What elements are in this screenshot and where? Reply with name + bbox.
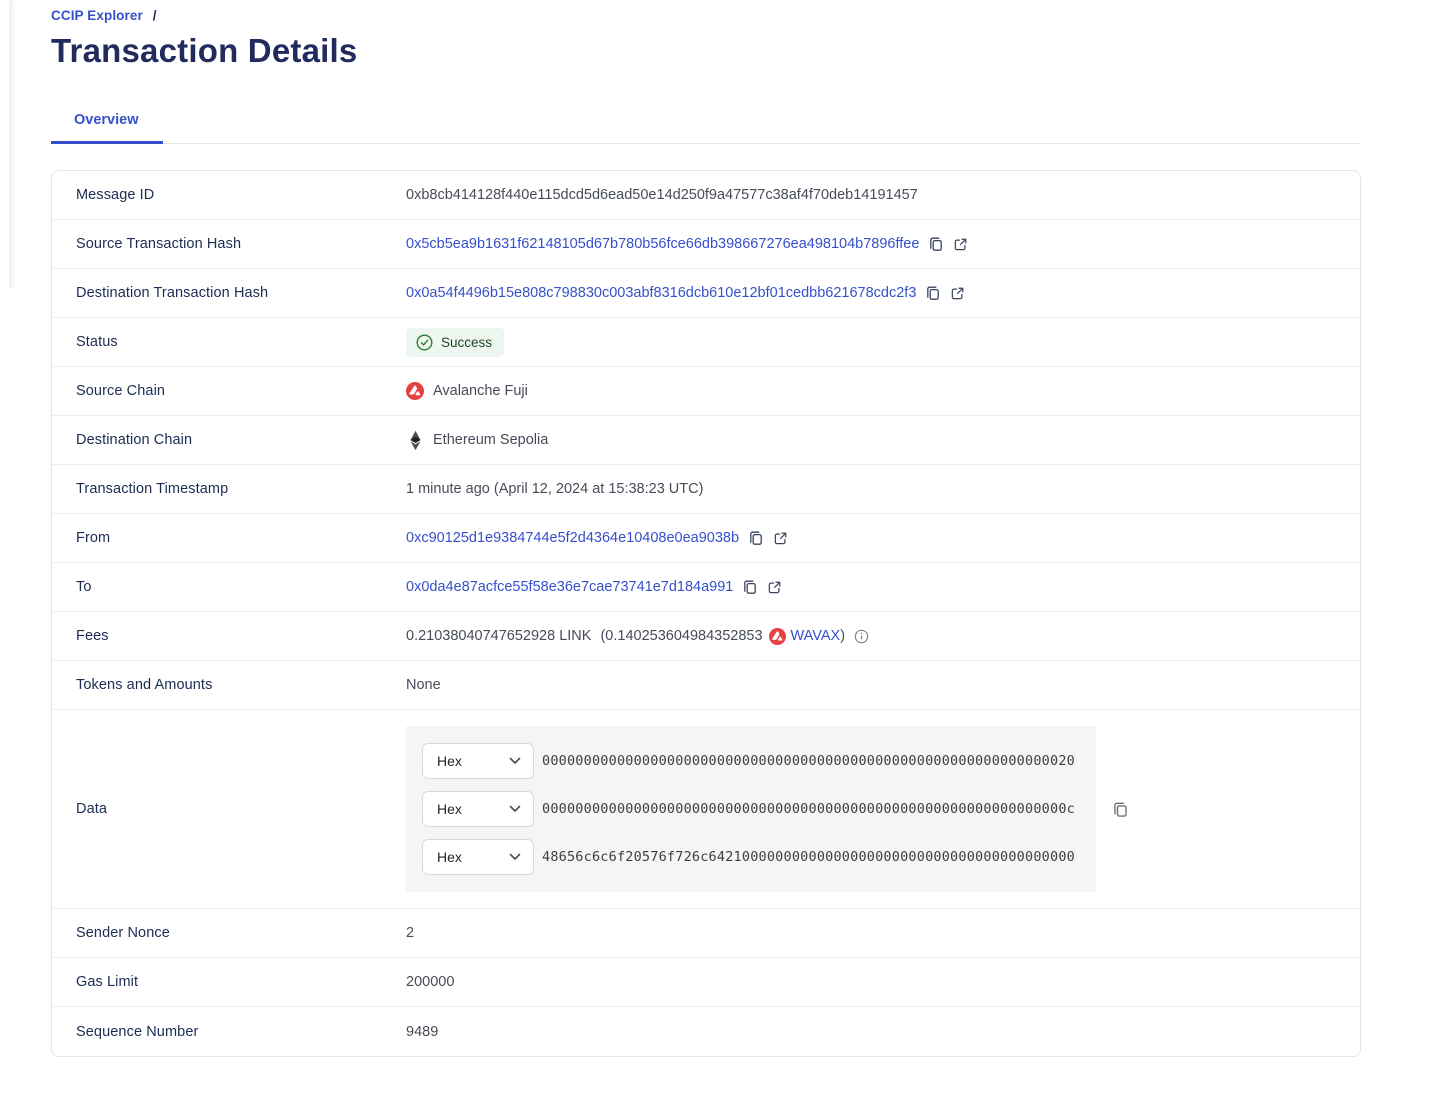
check-circle-icon bbox=[416, 334, 433, 351]
external-link-icon[interactable] bbox=[773, 531, 788, 546]
sequence-number-value: 9489 bbox=[406, 1024, 438, 1040]
external-link-icon[interactable] bbox=[953, 237, 968, 252]
transaction-details-card: Message ID 0xb8cb414128f440e115dcd5d6ead… bbox=[51, 170, 1361, 1057]
table-row-timestamp: Transaction Timestamp 1 minute ago (Apri… bbox=[52, 465, 1360, 514]
to-address-link[interactable]: 0x0da4e87acfce55f58e36e7cae73741e7d184a9… bbox=[406, 579, 733, 595]
row-label: Status bbox=[52, 334, 406, 350]
status-badge-label: Success bbox=[441, 335, 492, 350]
hex-data-line: 48656c6c6f20576f726c64210000000000000000… bbox=[542, 849, 1075, 865]
row-label: Tokens and Amounts bbox=[52, 677, 406, 693]
external-link-icon[interactable] bbox=[950, 286, 965, 301]
table-row-to: To 0x0da4e87acfce55f58e36e7cae73741e7d18… bbox=[52, 563, 1360, 612]
breadcrumb-link-ccip-explorer[interactable]: CCIP Explorer bbox=[51, 8, 143, 23]
info-icon[interactable] bbox=[854, 629, 869, 644]
message-id-value: 0xb8cb414128f440e115dcd5d6ead50e14d250f9… bbox=[406, 187, 918, 203]
tab-overview-label: Overview bbox=[74, 112, 139, 128]
fees-amount: 0.21038040747652928 LINK bbox=[406, 628, 591, 644]
status-badge: Success bbox=[406, 328, 504, 357]
chevron-down-icon bbox=[509, 757, 521, 765]
breadcrumb-separator: / bbox=[153, 8, 157, 23]
copy-icon[interactable] bbox=[1112, 801, 1129, 818]
row-label: Sequence Number bbox=[52, 1024, 406, 1040]
hex-select-label: Hex bbox=[437, 801, 462, 817]
data-hex-block: Hex 000000000000000000000000000000000000… bbox=[406, 726, 1096, 892]
tab-overview[interactable]: Overview bbox=[51, 112, 163, 144]
data-line: Hex 000000000000000000000000000000000000… bbox=[422, 791, 1080, 827]
row-label: Destination Transaction Hash bbox=[52, 285, 406, 301]
source-tx-hash-link[interactable]: 0x5cb5ea9b1631f62148105d67b780b56fce66db… bbox=[406, 236, 919, 252]
copy-icon[interactable] bbox=[928, 236, 944, 252]
data-line: Hex 48656c6c6f20576f726c6421000000000000… bbox=[422, 839, 1080, 875]
table-row-fees: Fees 0.21038040747652928 LINK (0.1402536… bbox=[52, 612, 1360, 661]
hex-data-line: 0000000000000000000000000000000000000000… bbox=[542, 753, 1075, 769]
row-label: To bbox=[52, 579, 406, 595]
wavax-token-link[interactable]: WAVAX bbox=[791, 628, 841, 644]
row-label: Source Transaction Hash bbox=[52, 236, 406, 252]
table-row-source-chain: Source Chain Avalanche Fuji bbox=[52, 367, 1360, 416]
source-chain-name: Avalanche Fuji bbox=[433, 383, 528, 399]
copy-icon[interactable] bbox=[742, 579, 758, 595]
tab-bar: Overview bbox=[51, 112, 1361, 144]
table-row-sequence-number: Sequence Number 9489 bbox=[52, 1007, 1360, 1056]
destination-chain-name: Ethereum Sepolia bbox=[433, 432, 548, 448]
hex-data-line: 0000000000000000000000000000000000000000… bbox=[542, 801, 1075, 817]
page-edge-shadow bbox=[9, 0, 15, 289]
sender-nonce-value: 2 bbox=[406, 925, 414, 941]
hex-encoding-select[interactable]: Hex bbox=[422, 791, 534, 827]
table-row-status: Status Success bbox=[52, 318, 1360, 367]
table-row-message-id: Message ID 0xb8cb414128f440e115dcd5d6ead… bbox=[52, 171, 1360, 220]
fees-converted-amount: (0.140253604984352853 bbox=[600, 628, 762, 644]
row-label: Source Chain bbox=[52, 383, 406, 399]
hex-select-label: Hex bbox=[437, 753, 462, 769]
fees-converted-close: ) bbox=[840, 628, 845, 644]
row-label: From bbox=[52, 530, 406, 546]
tokens-and-amounts-value: None bbox=[406, 677, 441, 693]
chevron-down-icon bbox=[509, 805, 521, 813]
table-row-destination-tx-hash: Destination Transaction Hash 0x0a54f4496… bbox=[52, 269, 1360, 318]
row-label: Gas Limit bbox=[52, 974, 406, 990]
main-content: CCIP Explorer / Transaction Details Over… bbox=[0, 0, 1435, 1057]
table-row-data: Data Hex 0000000000000000000000000000000… bbox=[52, 710, 1360, 909]
hex-select-label: Hex bbox=[437, 849, 462, 865]
breadcrumb: CCIP Explorer / bbox=[51, 8, 1435, 23]
table-row-gas-limit: Gas Limit 200000 bbox=[52, 958, 1360, 1007]
row-label: Transaction Timestamp bbox=[52, 481, 406, 497]
row-label: Message ID bbox=[52, 187, 406, 203]
copy-icon[interactable] bbox=[925, 285, 941, 301]
gas-limit-value: 200000 bbox=[406, 974, 454, 990]
table-row-source-tx-hash: Source Transaction Hash 0x5cb5ea9b1631f6… bbox=[52, 220, 1360, 269]
row-label: Sender Nonce bbox=[52, 925, 406, 941]
chevron-down-icon bbox=[509, 853, 521, 861]
avalanche-icon bbox=[769, 628, 786, 645]
ethereum-icon bbox=[406, 430, 424, 451]
destination-tx-hash-link[interactable]: 0x0a54f4496b15e808c798830c003abf8316dcb6… bbox=[406, 285, 916, 301]
from-address-link[interactable]: 0xc90125d1e9384744e5f2d4364e10408e0ea903… bbox=[406, 530, 739, 546]
page-title: Transaction Details bbox=[51, 32, 1435, 70]
timestamp-value: 1 minute ago (April 12, 2024 at 15:38:23… bbox=[406, 481, 703, 497]
row-label: Data bbox=[52, 801, 406, 817]
table-row-destination-chain: Destination Chain Ethereum Sepolia bbox=[52, 416, 1360, 465]
table-row-from: From 0xc90125d1e9384744e5f2d4364e10408e0… bbox=[52, 514, 1360, 563]
data-line: Hex 000000000000000000000000000000000000… bbox=[422, 743, 1080, 779]
table-row-sender-nonce: Sender Nonce 2 bbox=[52, 909, 1360, 958]
avalanche-icon bbox=[406, 382, 424, 400]
copy-icon[interactable] bbox=[748, 530, 764, 546]
row-label: Destination Chain bbox=[52, 432, 406, 448]
row-label: Fees bbox=[52, 628, 406, 644]
hex-encoding-select[interactable]: Hex bbox=[422, 743, 534, 779]
external-link-icon[interactable] bbox=[767, 580, 782, 595]
table-row-tokens-and-amounts: Tokens and Amounts None bbox=[52, 661, 1360, 710]
hex-encoding-select[interactable]: Hex bbox=[422, 839, 534, 875]
